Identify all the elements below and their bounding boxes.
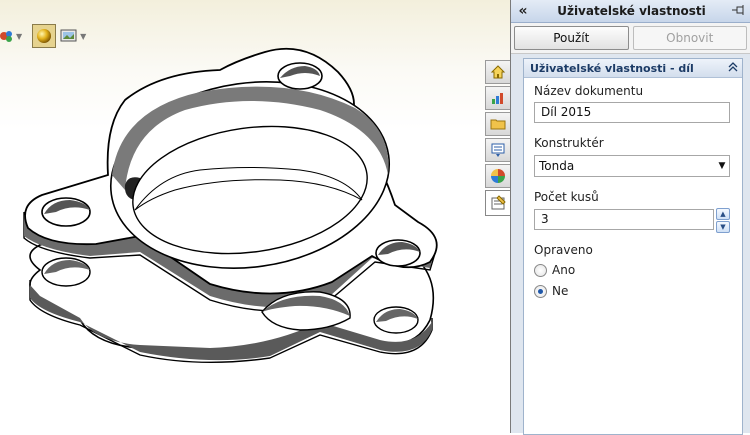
- appearances-tab[interactable]: [485, 164, 510, 188]
- folder-icon: [490, 119, 506, 130]
- taskpane-body: Uživatelské vlastnosti - díl Název dokum…: [511, 54, 750, 435]
- home-tab[interactable]: [485, 60, 510, 84]
- radio-no-label: Ne: [552, 284, 569, 298]
- sphere-icon: [37, 29, 52, 43]
- document-name-field[interactable]: Díl 2015: [534, 102, 730, 123]
- decrement-button[interactable]: ▼: [716, 221, 730, 233]
- refresh-button[interactable]: Obnovit: [632, 26, 747, 50]
- resources-tab[interactable]: [485, 86, 510, 110]
- taskpane-header: « Uživatelské vlastnosti: [511, 0, 750, 23]
- custom-properties-tab[interactable]: [485, 190, 510, 216]
- view-toolbar: ▼ ▼: [0, 22, 86, 50]
- apply-button[interactable]: Použít: [514, 26, 629, 50]
- properties-group: Uživatelské vlastnosti - díl Název dokum…: [523, 58, 743, 435]
- palette-icon: [491, 143, 505, 157]
- view-palette-tab[interactable]: [485, 138, 510, 162]
- radio-yes[interactable]: Ano: [534, 263, 575, 277]
- taskpane-actions: Použít Obnovit: [511, 23, 750, 54]
- graphics-viewport[interactable]: ▼ ▼: [0, 0, 511, 433]
- radio-no-dot[interactable]: [534, 284, 547, 298]
- radio-no[interactable]: Ne: [534, 284, 568, 298]
- radio-yes-dot[interactable]: [534, 263, 547, 277]
- appearance-button[interactable]: [32, 24, 57, 48]
- properties-icon: [491, 195, 506, 210]
- scene-icon: [60, 29, 77, 42]
- 3d-part-model[interactable]: [0, 0, 511, 433]
- designer-select[interactable]: Tonda ▼: [534, 155, 730, 177]
- chevron-down-icon[interactable]: ▼: [16, 32, 22, 41]
- count-label: Počet kusů: [534, 190, 599, 204]
- group-header: Uživatelské vlastnosti - díl: [524, 59, 742, 78]
- display-style-button[interactable]: ▼: [0, 24, 22, 48]
- scene-button[interactable]: ▼: [60, 24, 86, 48]
- document-name-label: Název dokumentu: [534, 84, 644, 98]
- pin-icon[interactable]: [728, 4, 750, 18]
- taskpane-title: Uživatelské vlastnosti: [557, 4, 706, 18]
- house-icon: [490, 65, 506, 79]
- chart-icon: [492, 93, 503, 104]
- group-title: Uživatelské vlastnosti - díl: [530, 61, 694, 75]
- count-stepper: ▲ ▼: [716, 208, 730, 233]
- double-chevron-left-icon[interactable]: «: [511, 3, 535, 19]
- color-sphere-icon: [491, 169, 505, 183]
- fixed-label: Opraveno: [534, 243, 593, 257]
- task-pane: « Uživatelské vlastnosti Použít Obnovit …: [510, 0, 750, 435]
- file-explorer-tab[interactable]: [485, 112, 510, 136]
- radio-yes-label: Ano: [552, 263, 576, 277]
- chevron-down-icon[interactable]: ▼: [715, 161, 729, 171]
- display-style-icon: [0, 31, 12, 42]
- count-field[interactable]: 3: [534, 209, 714, 230]
- chevron-down-icon[interactable]: ▼: [80, 32, 86, 41]
- designer-label: Konstruktér: [534, 136, 604, 150]
- double-chevron-up-icon[interactable]: [724, 61, 742, 75]
- increment-button[interactable]: ▲: [716, 208, 730, 220]
- designer-value: Tonda: [539, 159, 575, 173]
- taskpane-tab-strip: [485, 60, 511, 218]
